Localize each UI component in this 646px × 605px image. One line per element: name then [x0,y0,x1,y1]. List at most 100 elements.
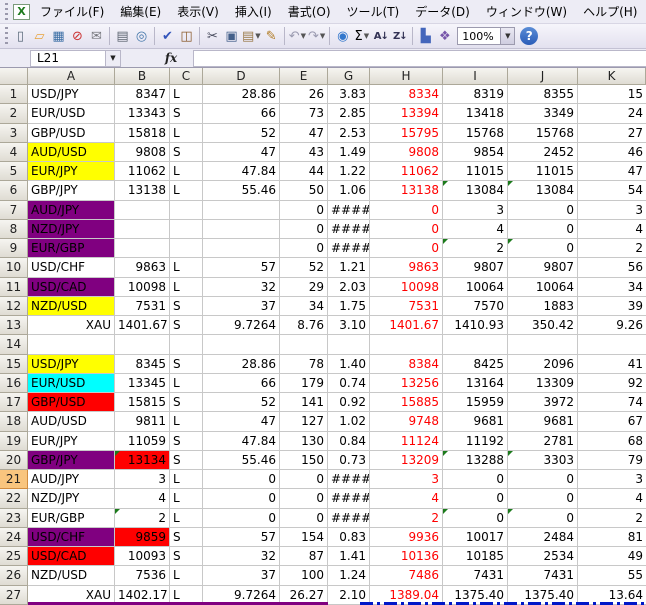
drawing-icon[interactable]: ❖ [435,26,454,46]
cell-E4[interactable]: 43 [280,143,328,162]
open-folder-icon[interactable]: ▱ [30,26,49,46]
excel-workbook-icon[interactable]: X [13,4,30,20]
row-header-13[interactable]: 13 [0,316,28,335]
row-header-10[interactable]: 10 [0,258,28,277]
cell-D26[interactable]: 37 [203,566,280,585]
cell-I25[interactable]: 10185 [443,547,508,566]
cell-G23[interactable]: #### [328,509,370,528]
save-icon[interactable]: ▦ [49,26,68,46]
cell-E13[interactable]: 8.76 [280,316,328,335]
cell-J5[interactable]: 11015 [508,162,578,181]
cell-J20[interactable]: 3303 [508,451,578,470]
cell-I13[interactable]: 1410.93 [443,316,508,335]
cell-C15[interactable]: S [170,355,203,374]
row-header-4[interactable]: 4 [0,143,28,162]
cell-C23[interactable]: L [170,509,203,528]
menubar-grip[interactable] [4,3,9,21]
row-header-17[interactable]: 17 [0,393,28,412]
cell-I22[interactable]: 0 [443,489,508,508]
menu-item-6[interactable]: データ(D) [407,1,478,22]
menu-item-3[interactable]: 挿入(I) [227,1,280,22]
cell-K15[interactable]: 41 [578,355,646,374]
cell-K11[interactable]: 34 [578,278,646,297]
cell-D4[interactable]: 47 [203,143,280,162]
cell-E6[interactable]: 50 [280,181,328,200]
cell-A6[interactable]: GBP/JPY [28,181,115,200]
cell-E2[interactable]: 73 [280,104,328,123]
autosum-icon[interactable]: Σ▼ [352,26,371,46]
cell-A11[interactable]: USD/CAD [28,278,115,297]
cell-B24[interactable]: 9859 [115,528,170,547]
cell-G17[interactable]: 0.92 [328,393,370,412]
cell-H24[interactable]: 9936 [370,528,443,547]
cell-J15[interactable]: 2096 [508,355,578,374]
column-header-B[interactable]: B [115,68,170,85]
cell-E1[interactable]: 26 [280,85,328,104]
cell-A22[interactable]: NZD/JPY [28,489,115,508]
cell-C7[interactable] [170,201,203,220]
cell-D6[interactable]: 55.46 [203,181,280,200]
cell-G10[interactable]: 1.21 [328,258,370,277]
cell-E7[interactable]: 0 [280,201,328,220]
cell-B19[interactable]: 11059 [115,432,170,451]
cell-K25[interactable]: 49 [578,547,646,566]
cell-K19[interactable]: 68 [578,432,646,451]
cell-J10[interactable]: 9807 [508,258,578,277]
menu-item-8[interactable]: ヘルプ(H) [575,1,645,22]
row-header-22[interactable]: 22 [0,489,28,508]
cell-C17[interactable]: S [170,393,203,412]
cell-G22[interactable]: #### [328,489,370,508]
cell-J1[interactable]: 8355 [508,85,578,104]
row-header-14[interactable]: 14 [0,335,28,354]
cell-D20[interactable]: 55.46 [203,451,280,470]
cell-K21[interactable]: 3 [578,470,646,489]
cell-G5[interactable]: 1.22 [328,162,370,181]
cell-A14[interactable] [28,335,115,354]
cell-G13[interactable]: 3.10 [328,316,370,335]
cell-H6[interactable]: 13138 [370,181,443,200]
cell-K9[interactable]: 2 [578,239,646,258]
cell-I7[interactable]: 3 [443,201,508,220]
row-header-8[interactable]: 8 [0,220,28,239]
cell-H23[interactable]: 2 [370,509,443,528]
cell-I12[interactable]: 7570 [443,297,508,316]
cell-G20[interactable]: 0.73 [328,451,370,470]
cell-E22[interactable]: 0 [280,489,328,508]
cell-E24[interactable]: 154 [280,528,328,547]
cell-J23[interactable]: 0 [508,509,578,528]
row-header-18[interactable]: 18 [0,412,28,431]
cell-I10[interactable]: 9807 [443,258,508,277]
cell-K6[interactable]: 54 [578,181,646,200]
insert-function-icon[interactable]: fx [149,51,193,65]
cell-I11[interactable]: 10064 [443,278,508,297]
cell-C1[interactable]: L [170,85,203,104]
cell-G26[interactable]: 1.24 [328,566,370,585]
cell-K14[interactable] [578,335,646,354]
cell-H4[interactable]: 9808 [370,143,443,162]
cell-K17[interactable]: 74 [578,393,646,412]
cell-K12[interactable]: 39 [578,297,646,316]
cell-H9[interactable]: 0 [370,239,443,258]
cell-E16[interactable]: 179 [280,374,328,393]
cell-I23[interactable]: 0 [443,509,508,528]
menu-item-7[interactable]: ウィンドウ(W) [478,1,575,22]
cell-C2[interactable]: S [170,104,203,123]
cell-I3[interactable]: 15768 [443,124,508,143]
column-header-C[interactable]: C [170,68,203,85]
cell-A16[interactable]: EUR/USD [28,374,115,393]
cell-A3[interactable]: GBP/USD [28,124,115,143]
cell-D23[interactable]: 0 [203,509,280,528]
cell-D8[interactable] [203,220,280,239]
cell-B9[interactable] [115,239,170,258]
cell-H26[interactable]: 7486 [370,566,443,585]
cell-G18[interactable]: 1.02 [328,412,370,431]
cell-J19[interactable]: 2781 [508,432,578,451]
cell-D10[interactable]: 57 [203,258,280,277]
cell-K3[interactable]: 27 [578,124,646,143]
cell-G24[interactable]: 0.83 [328,528,370,547]
cell-B23[interactable]: 2 [115,509,170,528]
cell-A7[interactable]: AUD/JPY [28,201,115,220]
cell-H12[interactable]: 7531 [370,297,443,316]
cell-C4[interactable]: S [170,143,203,162]
cell-H17[interactable]: 15885 [370,393,443,412]
